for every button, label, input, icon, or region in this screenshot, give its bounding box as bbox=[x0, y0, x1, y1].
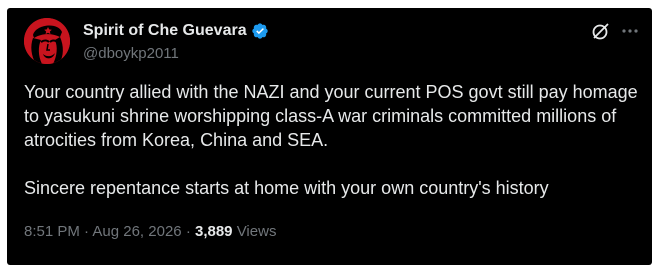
views-count[interactable]: 3,889 bbox=[195, 223, 233, 240]
more-icon[interactable] bbox=[619, 21, 641, 41]
tweet-card: Spirit of Che Guevara @dboykp2011 Your c… bbox=[7, 8, 652, 265]
tweet-metadata: 8:51 PM · Aug 26, 2026 · 3,889 Views bbox=[24, 223, 276, 240]
separator: · bbox=[84, 223, 90, 240]
tweet-paragraph: Sincere repentance starts at home with y… bbox=[24, 178, 549, 198]
author-display-name-text[interactable]: Spirit of Che Guevara bbox=[83, 22, 247, 40]
tweet-text: Your country allied with the NAZI and yo… bbox=[24, 80, 644, 200]
author-handle[interactable]: @dboykp2011 bbox=[83, 45, 179, 62]
tweet-date[interactable]: Aug 26, 2026 bbox=[92, 223, 181, 240]
separator: · bbox=[185, 223, 191, 240]
views-label: Views bbox=[236, 223, 277, 240]
author-display-name[interactable]: Spirit of Che Guevara bbox=[83, 22, 269, 40]
avatar[interactable] bbox=[24, 18, 70, 64]
grok-icon[interactable] bbox=[591, 21, 611, 41]
che-portrait-icon bbox=[24, 18, 70, 64]
tweet-paragraph: Your country allied with the NAZI and yo… bbox=[24, 82, 638, 150]
verified-badge-icon[interactable] bbox=[251, 22, 269, 40]
tweet-time[interactable]: 8:51 PM bbox=[24, 223, 80, 240]
